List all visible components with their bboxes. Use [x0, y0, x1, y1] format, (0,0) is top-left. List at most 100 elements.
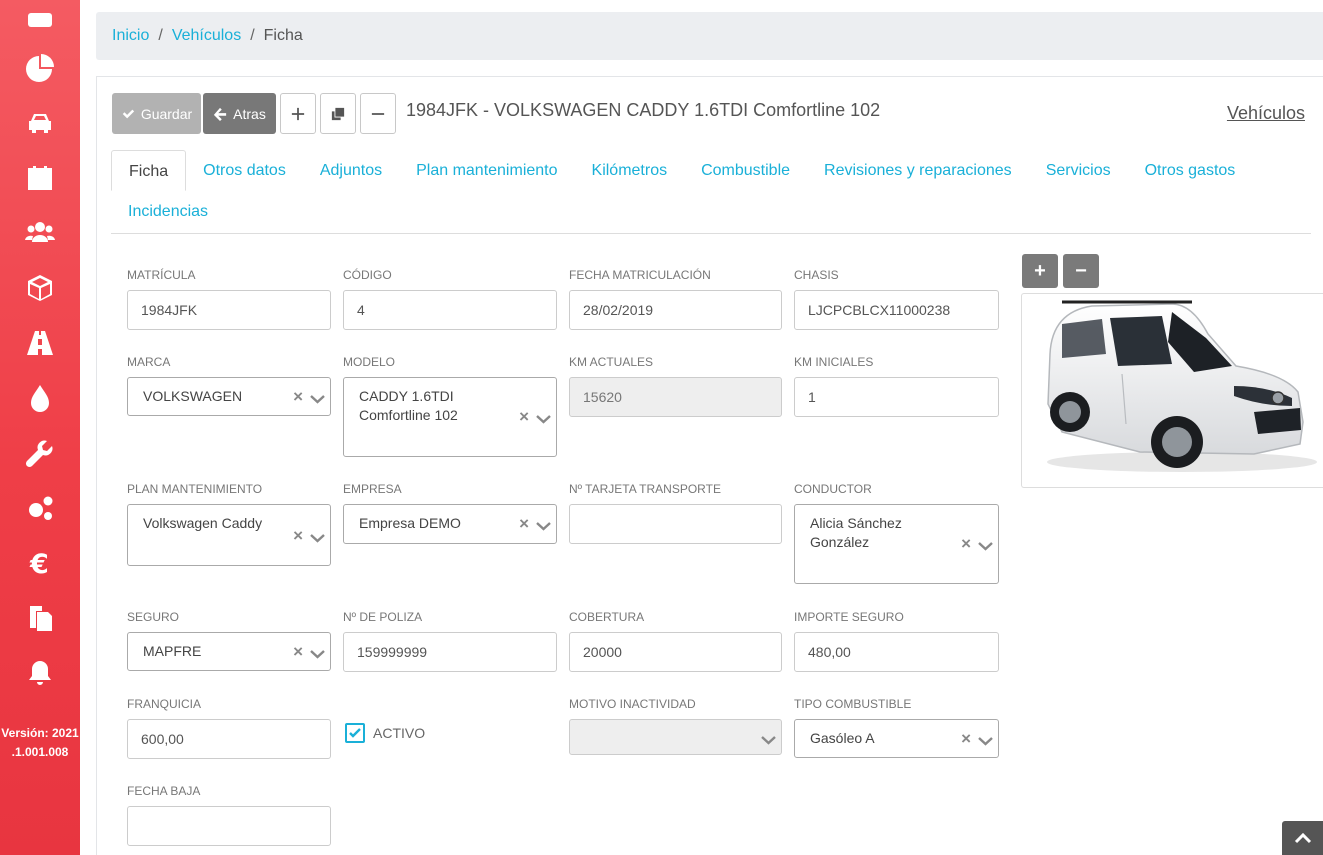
plan-mantenimiento-select[interactable]: Volkswagen Caddy × [127, 504, 331, 566]
record-title: 1984JFK - VOLKSWAGEN CADDY 1.6TDI Comfor… [406, 100, 881, 120]
copy-icon [331, 107, 345, 120]
chevron-down-icon[interactable] [536, 410, 551, 424]
marca-select[interactable]: VOLKSWAGEN × [127, 377, 331, 416]
car-icon[interactable] [22, 105, 58, 141]
tarjeta-transporte-field[interactable] [569, 504, 782, 544]
minus-icon [371, 112, 385, 115]
tab-plan-mantenimiento[interactable]: Plan mantenimiento [399, 150, 574, 191]
modelo-label: MODELO [343, 355, 396, 369]
gears-icon[interactable] [22, 490, 58, 526]
empresa-value: Empresa DEMO [359, 515, 461, 531]
km-actuales-field: 15620 [569, 377, 782, 417]
back-button-label: Atras [233, 105, 266, 122]
clear-icon[interactable]: × [293, 387, 303, 406]
breadcrumb-separator: / [250, 27, 255, 44]
chevron-down-icon[interactable] [310, 390, 325, 404]
euro-icon[interactable]: € [22, 545, 58, 581]
seguro-label: SEGURO [127, 610, 180, 624]
vehicle-image [1021, 293, 1323, 488]
clear-icon[interactable]: × [293, 526, 303, 545]
box-icon[interactable] [22, 270, 58, 306]
users-icon[interactable] [22, 215, 58, 251]
matricula-field[interactable]: 1984JFK [127, 290, 331, 330]
duplicate-button[interactable] [320, 93, 356, 134]
chevron-up-icon [1294, 832, 1311, 844]
back-button[interactable]: Atras [203, 93, 276, 134]
fuel-drop-icon[interactable] [22, 380, 58, 416]
tab-incidencias[interactable]: Incidencias [111, 191, 225, 232]
codigo-label: CÓDIGO [343, 268, 392, 282]
conductor-value: Alicia Sánchez González [810, 515, 902, 550]
calendar-icon[interactable] [22, 160, 58, 196]
clear-icon[interactable]: × [961, 729, 971, 748]
chevron-down-icon[interactable] [310, 529, 325, 543]
franquicia-label: FRANQUICIA [127, 697, 202, 711]
seguro-select[interactable]: MAPFRE × [127, 632, 331, 671]
clear-icon[interactable]: × [519, 514, 529, 533]
remove-image-button[interactable]: − [1063, 254, 1099, 288]
bell-icon[interactable] [22, 655, 58, 691]
tab-ficha[interactable]: Ficha [111, 150, 187, 191]
modelo-select[interactable]: CADDY 1.6TDI Comfortline 102 × [343, 377, 557, 457]
documents-icon[interactable] [22, 600, 58, 636]
monitor-icon[interactable] [22, 4, 58, 40]
importe-seguro-field[interactable]: 480,00 [794, 632, 999, 672]
clear-icon[interactable]: × [293, 642, 303, 661]
clear-icon[interactable]: × [519, 407, 529, 426]
add-button[interactable] [280, 93, 316, 134]
tab-otros-datos[interactable]: Otros datos [186, 150, 303, 191]
wrench-icon[interactable] [22, 435, 58, 471]
fecha-baja-label: FECHA BAJA [127, 784, 201, 798]
poliza-field[interactable]: 159999999 [343, 632, 557, 672]
empresa-label: EMPRESA [343, 482, 402, 496]
scroll-to-top-button[interactable] [1282, 821, 1323, 855]
delete-button[interactable] [360, 93, 396, 134]
cobertura-field[interactable]: 20000 [569, 632, 782, 672]
tab-adjuntos[interactable]: Adjuntos [303, 150, 399, 191]
road-icon[interactable] [22, 325, 58, 361]
modelo-value: CADDY 1.6TDI Comfortline 102 [359, 388, 458, 423]
breadcrumb-separator: / [158, 27, 163, 44]
tab-servicios[interactable]: Servicios [1029, 150, 1128, 191]
fecha-baja-field[interactable] [127, 806, 331, 846]
vehicles-link[interactable]: Vehículos [1227, 103, 1305, 124]
checkbox-checked-icon[interactable] [345, 723, 365, 743]
chevron-down-icon[interactable] [310, 645, 325, 659]
activo-checkbox[interactable]: ACTIVO [345, 723, 425, 743]
tab-kilometros[interactable]: Kilómetros [575, 150, 685, 191]
breadcrumb-inicio[interactable]: Inicio [112, 27, 149, 45]
chasis-label: CHASIS [794, 268, 839, 282]
add-image-button[interactable]: + [1022, 254, 1058, 288]
km-iniciales-field[interactable]: 1 [794, 377, 999, 417]
clear-icon[interactable]: × [961, 534, 971, 553]
codigo-field[interactable]: 4 [343, 290, 557, 330]
check-icon [122, 109, 134, 118]
chevron-down-icon[interactable] [536, 517, 551, 531]
tab-revisiones[interactable]: Revisiones y reparaciones [807, 150, 1029, 191]
km-actuales-label: KM ACTUALES [569, 355, 654, 369]
chevron-down-icon[interactable] [978, 732, 993, 746]
tab-combustible[interactable]: Combustible [684, 150, 807, 191]
tipo-combustible-select[interactable]: Gasóleo A × [794, 719, 999, 758]
chasis-field[interactable]: LJCPCBLCX11000238 [794, 290, 999, 330]
save-button[interactable]: Guardar [112, 93, 201, 134]
plan-mantenimiento-label: PLAN MANTENIMIENTO [127, 482, 263, 496]
breadcrumb-vehiculos[interactable]: Vehículos [172, 27, 241, 45]
franquicia-field[interactable]: 600,00 [127, 719, 331, 759]
matricula-label: MATRÍCULA [127, 268, 196, 282]
sidebar: € Versión: 2021 .1.001.008 [0, 0, 80, 855]
fecha-matriculacion-field[interactable]: 28/02/2019 [569, 290, 782, 330]
chevron-down-icon[interactable] [978, 537, 993, 551]
importe-seguro-label: IMPORTE SEGURO [794, 610, 904, 624]
conductor-select[interactable]: Alicia Sánchez González × [794, 504, 999, 584]
van-illustration [1047, 300, 1317, 472]
tipo-combustible-value: Gasóleo A [810, 730, 875, 746]
cobertura-label: COBERTURA [569, 610, 645, 624]
tab-otros-gastos[interactable]: Otros gastos [1128, 150, 1253, 191]
marca-label: MARCA [127, 355, 171, 369]
pie-chart-icon[interactable] [22, 50, 58, 86]
plus-icon [291, 107, 305, 120]
motivo-inactividad-label: MOTIVO INACTIVIDAD [569, 697, 696, 711]
empresa-select[interactable]: Empresa DEMO × [343, 504, 557, 544]
seguro-value: MAPFRE [143, 643, 202, 659]
